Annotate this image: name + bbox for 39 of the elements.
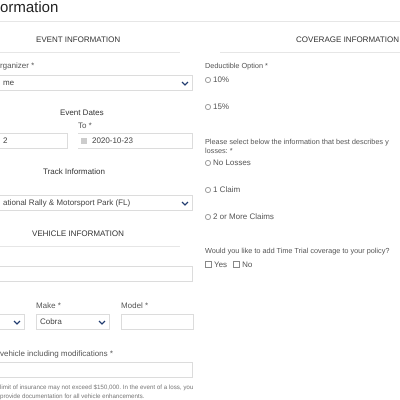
option-label: No Losses (213, 158, 251, 167)
page-title: ormation (0, 0, 400, 22)
input-field[interactable] (0, 362, 193, 378)
calendar-icon (81, 138, 87, 144)
field-label: Make * (36, 301, 62, 310)
radio-button[interactable] (205, 160, 211, 166)
chevron-down-icon (13, 320, 21, 324)
option-label: No (242, 260, 252, 269)
option-label: 1 Claim (213, 185, 240, 194)
input-field[interactable]: 2 (0, 133, 68, 149)
chevron-down-icon (181, 200, 189, 206)
checkbox[interactable] (205, 261, 212, 268)
option-label: 15% (213, 102, 230, 111)
section-heading: VEHICLE INFORMATION (0, 211, 180, 247)
field-label: vehicle including modifications * (0, 349, 114, 358)
field-label: Model * (121, 301, 150, 310)
section-subheading: Track Information (42, 167, 106, 176)
radio-button[interactable] (205, 214, 211, 220)
option-label: 10% (213, 75, 230, 84)
radio-button[interactable] (205, 76, 211, 82)
chevron-down-icon (98, 320, 106, 324)
radio-button[interactable] (205, 104, 211, 110)
field-label: To * (78, 121, 93, 130)
input-field[interactable] (0, 266, 193, 282)
radio-button[interactable] (205, 186, 211, 192)
select-field[interactable] (0, 314, 25, 330)
section-heading: EVENT INFORMATION (0, 22, 180, 53)
checkbox[interactable] (233, 261, 240, 268)
select-field[interactable]: ational Rally & Motorsport Park (FL) (0, 195, 193, 211)
section-heading: COVERAGE INFORMATION (220, 22, 400, 53)
input-field[interactable]: 2020-10-23 (78, 133, 193, 149)
option-label: 2 or More Claims (213, 212, 274, 221)
input-field[interactable] (121, 314, 194, 330)
select-field[interactable]: Cobra (36, 314, 110, 330)
section-subheading: Event Dates (59, 108, 105, 117)
field-label: rganizer * (0, 61, 36, 70)
option-label: Yes (214, 260, 228, 269)
chevron-down-icon (181, 80, 189, 86)
select-field[interactable]: me (0, 75, 193, 91)
